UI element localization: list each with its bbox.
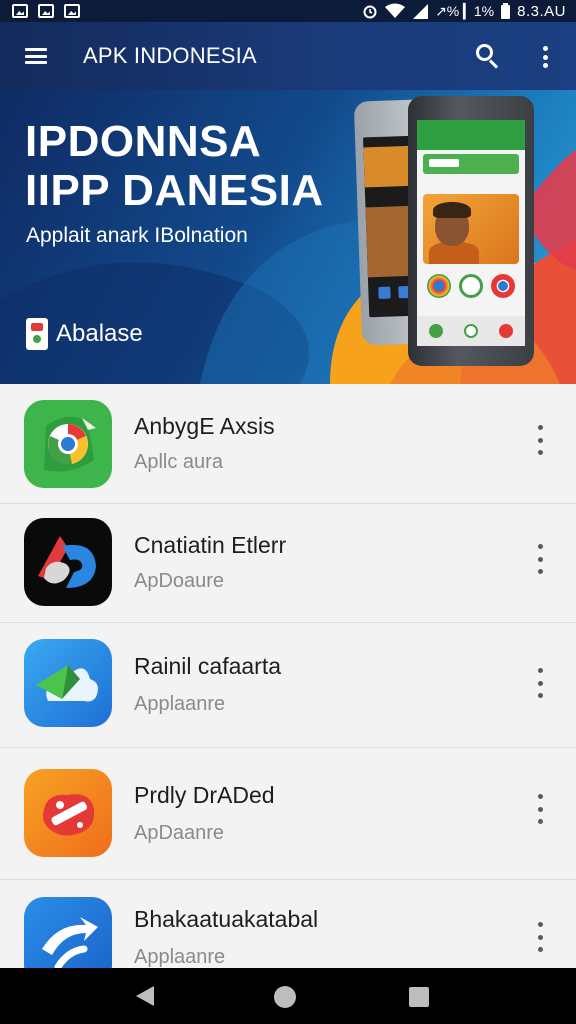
blue-arrow-icon xyxy=(24,897,112,968)
recents-icon[interactable] xyxy=(409,987,429,1007)
more-vert-icon[interactable] xyxy=(535,544,545,574)
app-category: ApDaanre xyxy=(134,822,225,844)
signal-icon xyxy=(413,4,429,19)
app-bar: APK INDONESIA xyxy=(0,22,576,90)
app-category: ApDoaure xyxy=(134,570,225,592)
app-category: Applaanre xyxy=(134,946,226,968)
hamburger-icon[interactable] xyxy=(25,48,47,64)
app-title: APK INDONESIA xyxy=(83,43,257,68)
chrome-green-icon xyxy=(24,400,112,488)
app-category: Applaanre xyxy=(134,693,226,715)
status-text: ↗% ▎1% xyxy=(435,2,495,19)
list-item[interactable]: AnbygE Axsis Apllc aura xyxy=(0,384,576,504)
app-list: AnbygE Axsis Apllc aura Cnatiatin Etlerr… xyxy=(0,384,576,968)
status-bar: ↗% ▎1% 8.3.AU xyxy=(0,0,576,22)
banner-title-line2: IIPP DANESIA xyxy=(25,166,324,215)
app-store-icon xyxy=(26,318,48,350)
back-icon[interactable] xyxy=(136,986,154,1006)
alarm-icon xyxy=(363,5,377,19)
list-item[interactable]: Cnatiatin Etlerr ApDoaure xyxy=(0,503,576,623)
search-icon[interactable] xyxy=(476,44,500,69)
banner-badge-label: Abalase xyxy=(56,320,143,347)
banner-badge[interactable]: Abalase xyxy=(26,318,143,350)
banner-title-line1: IPDONNSA xyxy=(25,117,262,166)
app-category: Apllc aura xyxy=(134,451,223,473)
orange-game-icon xyxy=(24,769,112,857)
app-name: Prdly DrADed xyxy=(134,782,275,808)
battery-icon xyxy=(501,3,511,19)
image-icon xyxy=(64,4,80,18)
home-icon[interactable] xyxy=(274,986,296,1008)
image-icon xyxy=(38,4,54,18)
status-system-icons: ↗% ▎1% 8.3.AU xyxy=(362,3,566,20)
more-vert-icon[interactable] xyxy=(535,794,545,824)
app-name: Bhakaatuakatabal xyxy=(134,906,319,932)
more-vert-icon[interactable] xyxy=(535,668,545,698)
app-name: Cnatiatin Etlerr xyxy=(134,532,287,558)
more-vert-icon[interactable] xyxy=(535,922,545,952)
more-vert-icon[interactable] xyxy=(535,425,545,455)
system-nav-bar xyxy=(0,968,576,1024)
list-item[interactable]: Rainil cafaarta Applaanre xyxy=(0,622,576,748)
black-red-blue-icon xyxy=(24,518,112,606)
app-name: AnbygE Axsis xyxy=(134,413,275,439)
more-vert-icon[interactable] xyxy=(542,46,548,68)
list-item[interactable]: Prdly DrADed ApDaanre xyxy=(0,748,576,880)
app-name: Rainil cafaarta xyxy=(134,653,282,679)
promo-banner[interactable]: IPDONNSA IIPP DANESIA Applait anark IBol… xyxy=(0,90,576,384)
banner-subtitle: Applait anark IBolnation xyxy=(26,224,248,247)
status-notification-icons xyxy=(12,4,80,18)
blue-cloud-icon xyxy=(24,639,112,727)
wifi-icon xyxy=(385,3,406,18)
list-item[interactable]: Bhakaatuakatabal Applaanre xyxy=(0,880,576,968)
image-icon xyxy=(12,4,28,18)
phone-illustration-front xyxy=(408,96,534,366)
status-time: 8.3.AU xyxy=(517,2,566,20)
